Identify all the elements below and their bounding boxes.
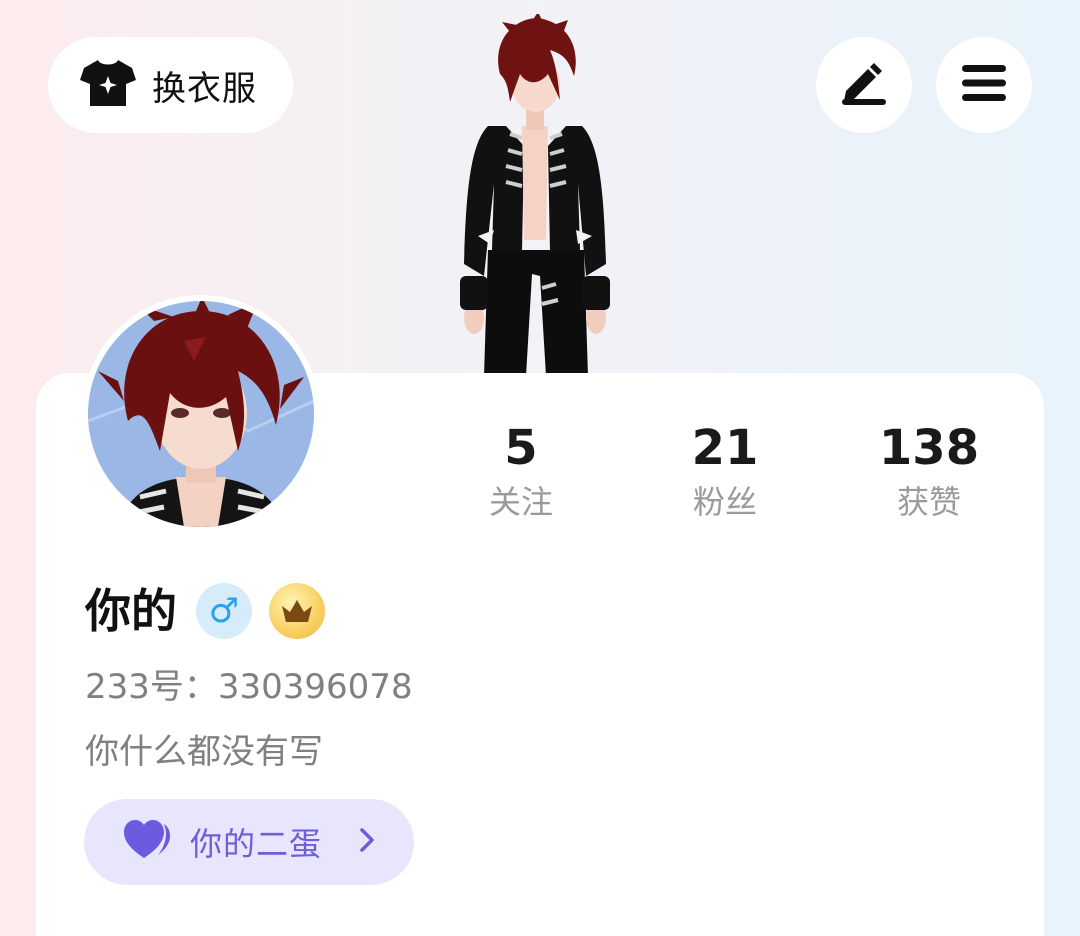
stat-following[interactable]: 5 关注 xyxy=(421,420,621,522)
stat-followers-label: 粉丝 xyxy=(692,483,757,521)
change-outfit-label: 换衣服 xyxy=(152,68,257,109)
male-gender-icon: ♂ xyxy=(196,583,252,639)
stat-likes-label: 获赞 xyxy=(896,483,961,521)
bio-text: 你什么都没有写 xyxy=(85,732,323,772)
hamburger-menu-icon xyxy=(960,63,1008,107)
change-outfit-button[interactable]: 换衣服 xyxy=(48,37,293,133)
stat-followers-count: 21 xyxy=(691,420,759,476)
menu-button[interactable] xyxy=(936,37,1032,133)
stat-following-count: 5 xyxy=(504,420,538,476)
edit-pen-icon xyxy=(840,61,888,109)
avatar[interactable] xyxy=(82,295,320,533)
egg-link-label: 你的二蛋 xyxy=(190,825,323,863)
purple-heart-icon xyxy=(124,820,172,864)
edit-profile-button[interactable] xyxy=(816,37,912,133)
egg-link-button[interactable]: 你的二蛋 xyxy=(84,799,414,885)
stat-likes[interactable]: 138 获赞 xyxy=(829,420,1029,522)
account-id: 233号：330396078 xyxy=(85,667,413,707)
gender-symbol: ♂ xyxy=(208,591,240,631)
stat-likes-count: 138 xyxy=(878,420,980,476)
stat-following-label: 关注 xyxy=(488,483,553,521)
username: 你的 xyxy=(85,584,177,638)
shirt-icon xyxy=(80,58,136,112)
chevron-right-icon xyxy=(358,826,376,858)
avatar-character-figure[interactable] xyxy=(450,12,620,376)
stat-followers[interactable]: 21 粉丝 xyxy=(625,420,825,522)
crown-icon[interactable] xyxy=(269,583,325,639)
